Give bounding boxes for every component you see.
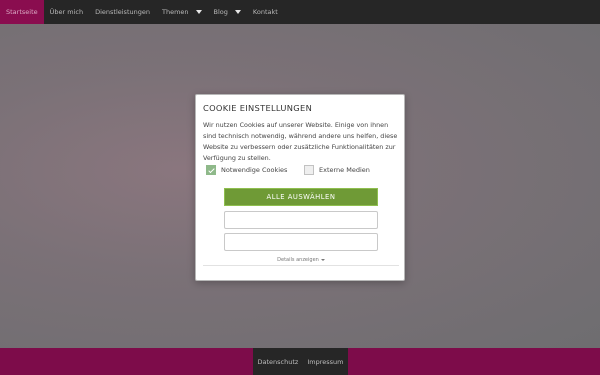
nav-item-ueber-mich[interactable]: Über mich bbox=[44, 0, 89, 24]
nav-item-label: Kontakt bbox=[252, 8, 278, 16]
footer-link-impressum[interactable]: Impressum bbox=[307, 358, 343, 366]
nav-item-label: Dienstleistungen bbox=[95, 8, 150, 16]
nav-item-kontakt[interactable]: Kontakt bbox=[247, 0, 284, 24]
secondary-button-2[interactable] bbox=[224, 233, 378, 251]
caret-down-icon bbox=[234, 10, 241, 14]
nav-item-label: Über mich bbox=[49, 8, 84, 16]
accept-all-button[interactable]: ALLE AUSWÄHLEN bbox=[224, 188, 378, 206]
nav-item-dienstleistungen[interactable]: Dienstleistungen bbox=[89, 0, 156, 24]
nav-item-label: Themen bbox=[161, 8, 189, 16]
checkbox-external-media[interactable]: Externe Medien bbox=[304, 165, 370, 175]
nav-item-label: Blog bbox=[213, 8, 228, 16]
details-toggle-link[interactable]: Details anzeigen bbox=[196, 257, 406, 263]
nav-item-themen[interactable]: Themen bbox=[156, 0, 208, 24]
details-label: Details anzeigen bbox=[277, 257, 319, 263]
nav-item-blog[interactable]: Blog bbox=[208, 0, 247, 24]
checkbox-label: Externe Medien bbox=[319, 166, 370, 174]
modal-title: COOKIE EINSTELLUNGEN bbox=[203, 103, 313, 113]
secondary-button-1[interactable] bbox=[224, 211, 378, 229]
checkbox-necessary-cookies[interactable]: Notwendige Cookies bbox=[206, 165, 287, 175]
cookie-settings-modal: COOKIE EINSTELLUNGEN Wir nutzen Cookies … bbox=[195, 94, 405, 281]
main-navbar: Startseite Über mich Dienstleistungen Th… bbox=[0, 0, 600, 24]
checkbox-icon[interactable] bbox=[304, 165, 314, 175]
caret-down-icon bbox=[195, 10, 202, 14]
footer-link-datenschutz[interactable]: Datenschutz bbox=[258, 358, 299, 366]
nav-item-label: Startseite bbox=[6, 8, 38, 16]
nav-item-startseite[interactable]: Startseite bbox=[0, 0, 44, 24]
modal-description: Wir nutzen Cookies auf unserer Website. … bbox=[203, 121, 398, 162]
footer-links: Datenschutz Impressum bbox=[253, 348, 348, 375]
modal-divider bbox=[203, 265, 399, 266]
page-footer: Datenschutz Impressum bbox=[0, 348, 600, 375]
checkbox-label: Notwendige Cookies bbox=[221, 166, 288, 174]
checkmark-icon[interactable] bbox=[206, 165, 216, 175]
caret-down-icon bbox=[320, 258, 325, 261]
